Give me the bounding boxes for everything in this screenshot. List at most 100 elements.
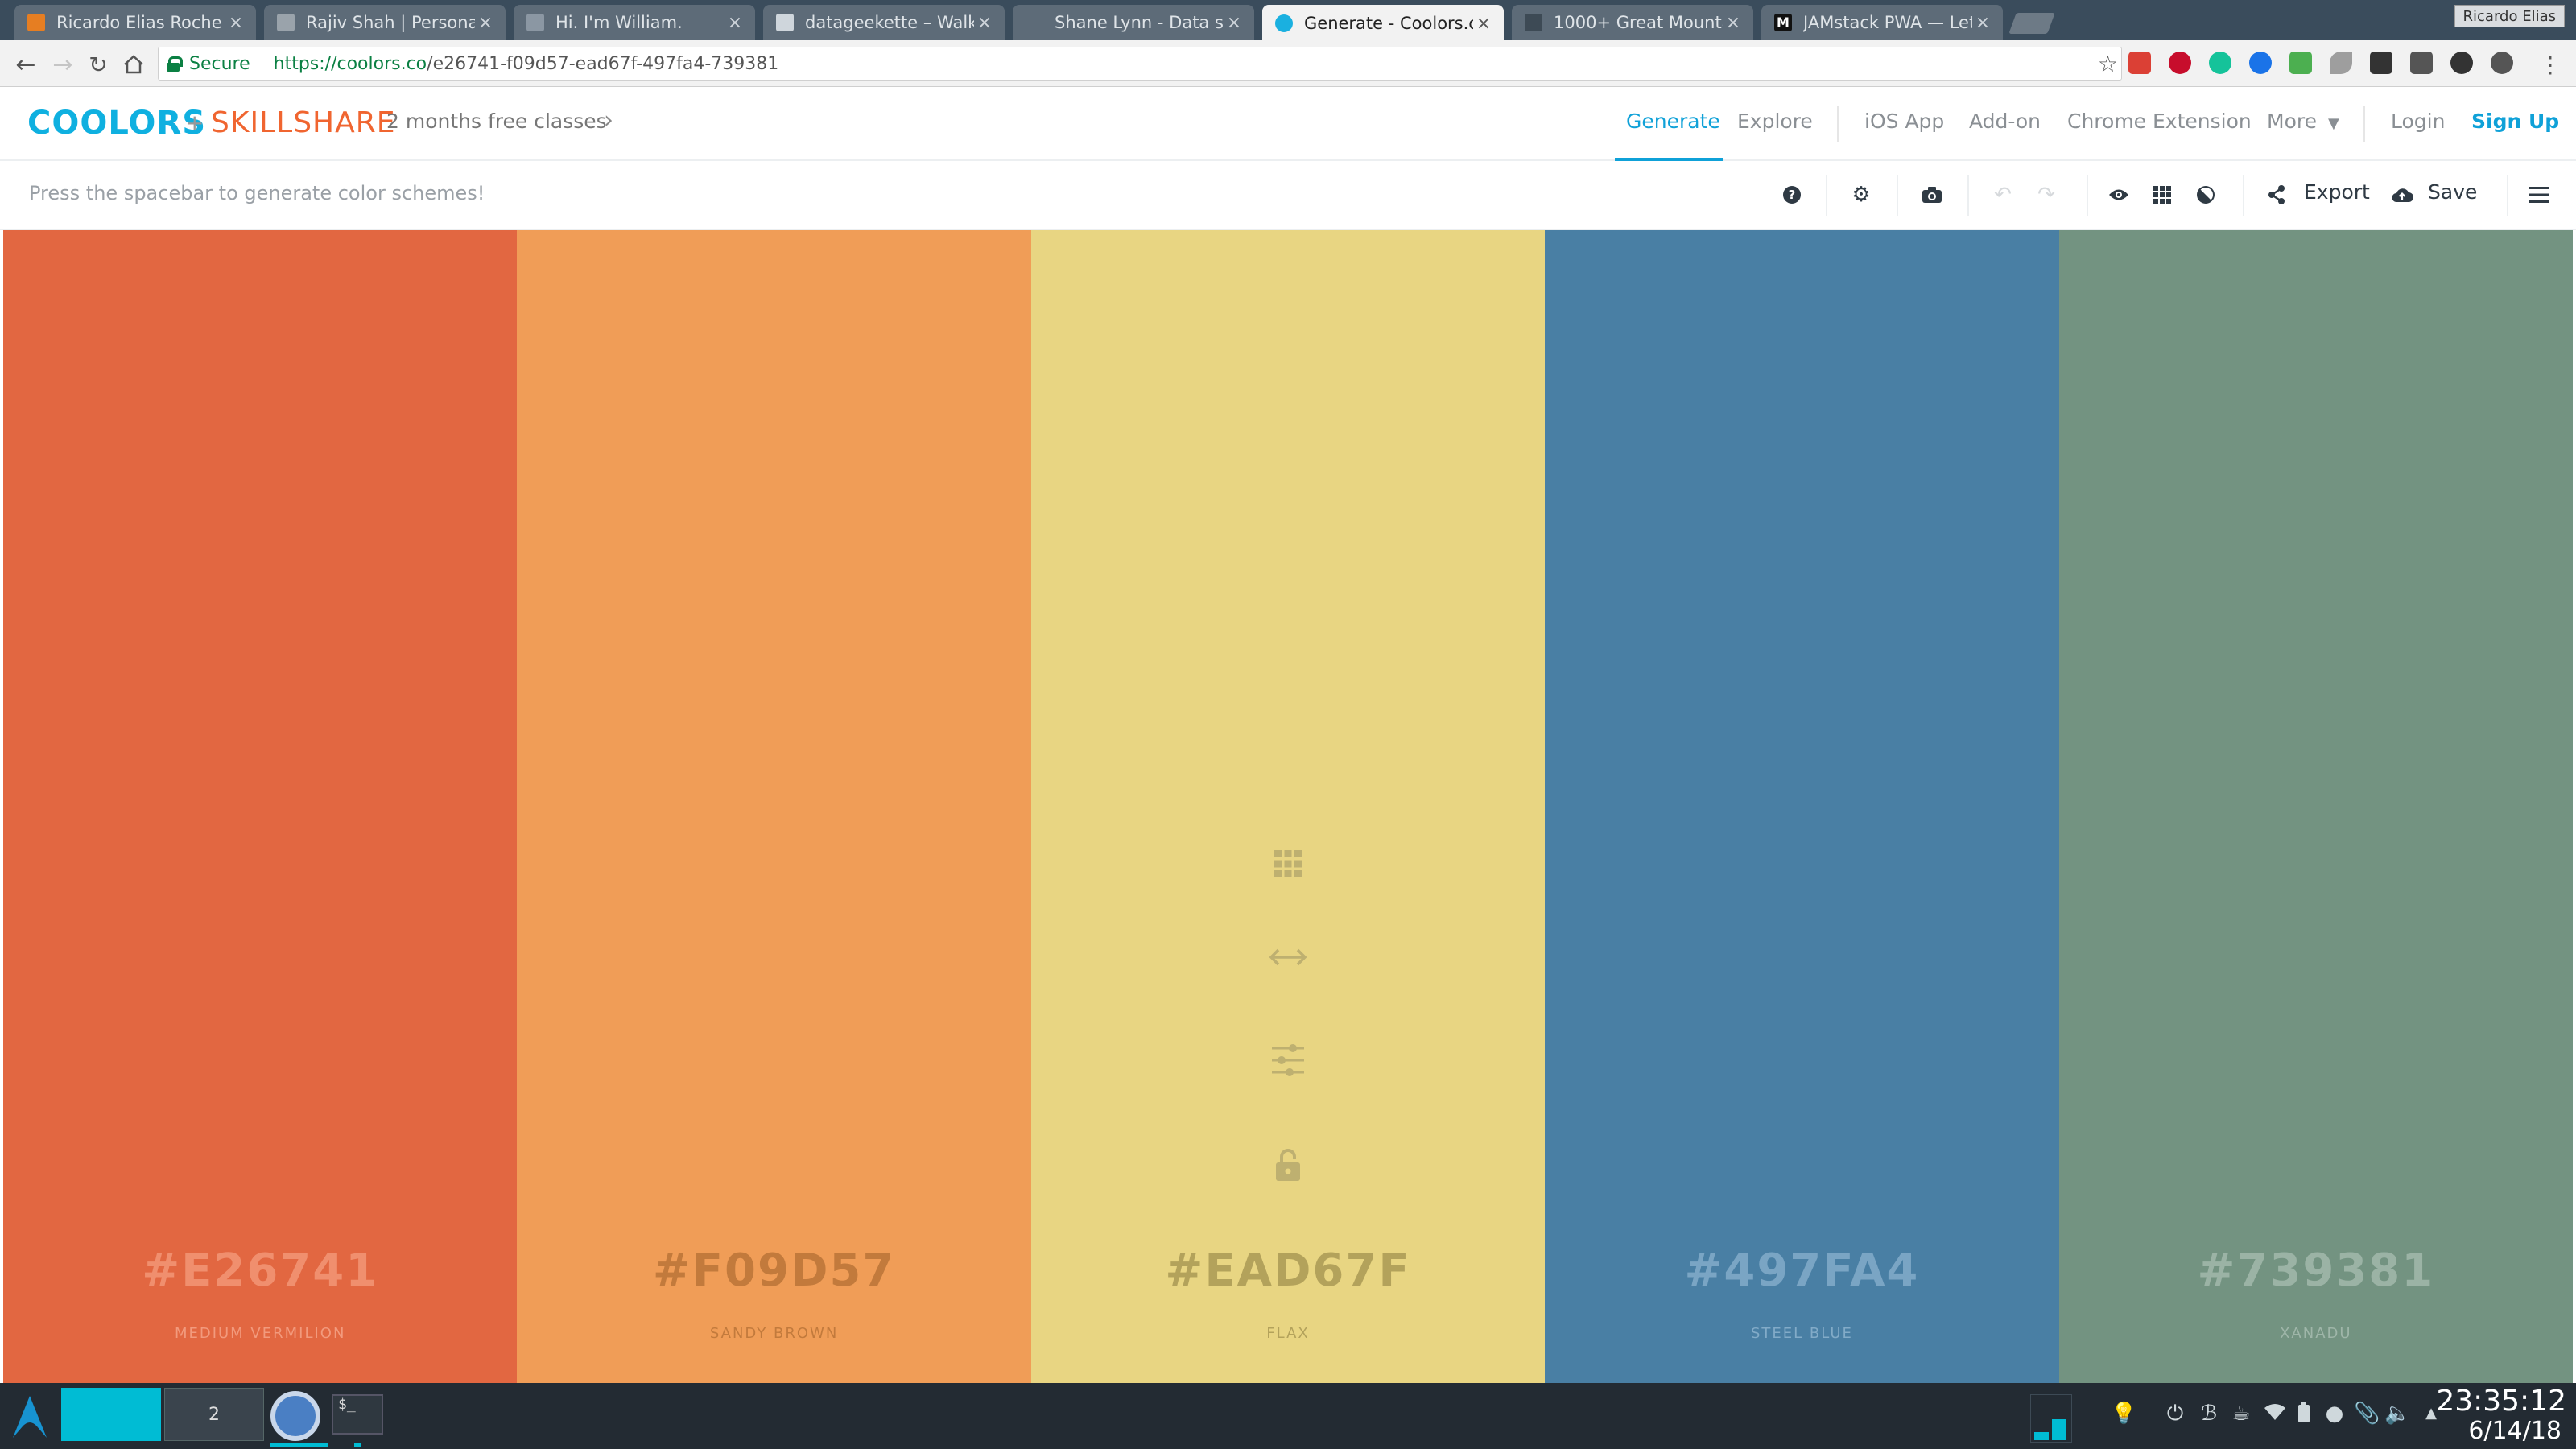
hamburger-menu-icon[interactable] <box>2523 179 2555 211</box>
tab-title: Generate - Coolors.co <box>1304 14 1473 33</box>
user-avatar-icon[interactable] <box>2370 52 2392 74</box>
coffee-cup-icon[interactable]: ☕ <box>2230 1402 2252 1425</box>
browser-menu-icon[interactable]: ⋮ <box>2536 50 2565 79</box>
forward-icon[interactable]: → <box>48 50 77 79</box>
browser-tab[interactable]: Hi. I'm William. × <box>514 5 755 40</box>
tab-close-icon[interactable]: × <box>1473 14 1494 34</box>
contrast-icon[interactable] <box>2190 179 2222 211</box>
hex-code[interactable]: #497FA4 <box>1545 1245 2058 1297</box>
wifi-icon[interactable] <box>2264 1402 2286 1425</box>
redo-icon[interactable]: ↷ <box>2030 179 2062 211</box>
color-name: MEDIUM VERMILION <box>174 1325 346 1342</box>
camera-icon[interactable] <box>1916 179 1948 211</box>
tab-close-icon[interactable]: × <box>1723 13 1744 33</box>
lock-icon <box>167 56 183 72</box>
color-name: XANADU <box>2280 1325 2352 1342</box>
promo-link[interactable]: 2 months free classes <box>386 109 607 133</box>
home-icon[interactable] <box>119 50 148 79</box>
volume-icon[interactable]: 🔈 <box>2384 1402 2410 1425</box>
gear-icon[interactable]: ⚙ <box>1845 179 1877 211</box>
undo-icon[interactable]: ↶ <box>1987 179 2019 211</box>
address-bar[interactable]: Secure https://coolors.co /e26741-f09d57… <box>158 47 2122 80</box>
react-icon[interactable] <box>2450 52 2473 74</box>
chromium-app-icon[interactable] <box>270 1391 320 1441</box>
color-swatch[interactable]: #497FA4 STEEL BLUE <box>1545 230 2059 1383</box>
tab-title: JAMstack PWA — Let's <box>1803 13 1972 32</box>
tab-close-icon[interactable]: × <box>724 13 745 33</box>
arch-linux-logo-icon[interactable] <box>11 1394 48 1439</box>
chevron-right-icon: › <box>604 106 613 134</box>
back-icon[interactable]: ← <box>11 50 40 79</box>
shades-grid-icon[interactable] <box>1274 850 1302 881</box>
nav-ios-app[interactable]: iOS App <box>1864 109 1944 133</box>
printer-icon[interactable] <box>2289 52 2312 74</box>
browser-tab[interactable]: Ricardo Elias Roche × <box>14 5 256 40</box>
share-icon[interactable] <box>2260 179 2293 211</box>
tab-close-icon[interactable]: × <box>1972 13 1993 33</box>
nav-add-on[interactable]: Add-on <box>1969 109 2041 133</box>
spacebar-hint: Press the spacebar to generate color sch… <box>29 182 485 204</box>
browser-tab[interactable]: datageekette – Walkt × <box>763 5 1005 40</box>
lock-open-icon[interactable] <box>1274 1148 1302 1185</box>
hex-code[interactable]: #E26741 <box>3 1245 517 1297</box>
adblock-plus-icon[interactable] <box>2169 52 2191 74</box>
todoist-icon[interactable] <box>2128 52 2151 74</box>
bookmark-star-icon[interactable]: ☆ <box>2098 51 2118 77</box>
lightbulb-icon[interactable]: 💡 <box>2111 1402 2136 1425</box>
nav-signup[interactable]: Sign Up <box>2471 109 2559 133</box>
record-dot-icon[interactable]: ● <box>2323 1402 2346 1425</box>
rocket-icon[interactable] <box>2330 52 2352 74</box>
coolors-logo[interactable]: COOLORS <box>27 105 206 142</box>
color-swatch-hovered[interactable]: #EAD67F FLAX <box>1030 230 2206 1383</box>
skillshare-logo[interactable]: SKILLSHARE <box>211 106 396 139</box>
paperclip-icon[interactable]: 📎 <box>2354 1402 2380 1425</box>
tab-close-icon[interactable]: × <box>974 13 995 33</box>
nav-more[interactable]: More ▼ <box>2267 109 2339 133</box>
taskbar-clock[interactable]: 23:35:12 <box>2436 1386 2566 1417</box>
nav-chrome-extension[interactable]: Chrome Extension <box>2067 109 2252 133</box>
browser-tab[interactable]: M JAMstack PWA — Let's × <box>1761 5 2003 40</box>
workspace-1-button[interactable] <box>61 1388 161 1441</box>
browser-tab[interactable]: Rajiv Shah | Personal × <box>264 5 506 40</box>
help-icon[interactable]: ? <box>1776 179 1808 211</box>
browser-tab[interactable]: Shane Lynn - Data sci × <box>1013 5 1254 40</box>
tab-title: 1000+ Great Mountai <box>1554 13 1723 32</box>
color-swatch[interactable]: #739381 XANADU <box>2058 230 2574 1383</box>
new-tab-button[interactable] <box>2008 13 2055 34</box>
save-button[interactable]: Save <box>2428 180 2477 204</box>
eye-icon[interactable] <box>2103 179 2135 211</box>
hex-code[interactable]: #F09D57 <box>517 1245 1030 1297</box>
terminal-app-icon[interactable]: $_ <box>332 1394 383 1435</box>
export-button[interactable]: Export <box>2304 180 2370 204</box>
hex-code[interactable]: #EAD67F <box>1031 1245 1545 1297</box>
cpu-bar <box>2052 1419 2066 1440</box>
browser-tab[interactable]: 1000+ Great Mountai × <box>1512 5 1753 40</box>
cloud-upload-icon[interactable] <box>2386 179 2418 211</box>
grid-view-icon[interactable] <box>2146 179 2178 211</box>
adjust-sliders-icon[interactable] <box>1270 1043 1306 1080</box>
profile-button[interactable]: Ricardo Elias <box>2454 5 2565 27</box>
color-name: SANDY BROWN <box>709 1325 839 1342</box>
url-host: https://coolors.co <box>273 53 427 74</box>
workspace-2-button[interactable]: 2 <box>164 1388 264 1441</box>
color-swatch[interactable]: #F09D57 SANDY BROWN <box>517 230 1031 1383</box>
tab-close-icon[interactable]: × <box>225 13 246 33</box>
bluetooth-icon[interactable]: ℬ <box>2198 1402 2220 1425</box>
battery-icon[interactable] <box>2293 1402 2315 1425</box>
hex-code[interactable]: #739381 <box>2059 1245 2573 1297</box>
nav-login[interactable]: Login <box>2391 109 2445 133</box>
reload-icon[interactable]: ↻ <box>84 50 113 79</box>
nav-explore[interactable]: Explore <box>1737 109 1813 133</box>
app-indicator <box>354 1443 361 1447</box>
tab-close-icon[interactable]: × <box>475 13 496 33</box>
color-swatch[interactable]: #E26741 MEDIUM VERMILION <box>3 230 518 1383</box>
power-icon[interactable]: ⏻ <box>2164 1402 2186 1425</box>
ext-i-icon[interactable] <box>2410 52 2433 74</box>
nav-generate[interactable]: Generate <box>1626 109 1720 133</box>
browser-tab-active[interactable]: Generate - Coolors.co × <box>1262 5 1504 42</box>
tab-close-icon[interactable]: × <box>1224 13 1245 33</box>
react-devtools-icon[interactable] <box>2491 52 2513 74</box>
grammarly-icon[interactable] <box>2209 52 2231 74</box>
drag-arrows-icon[interactable] <box>1269 947 1307 971</box>
extension-badge-icon[interactable] <box>2249 52 2272 74</box>
